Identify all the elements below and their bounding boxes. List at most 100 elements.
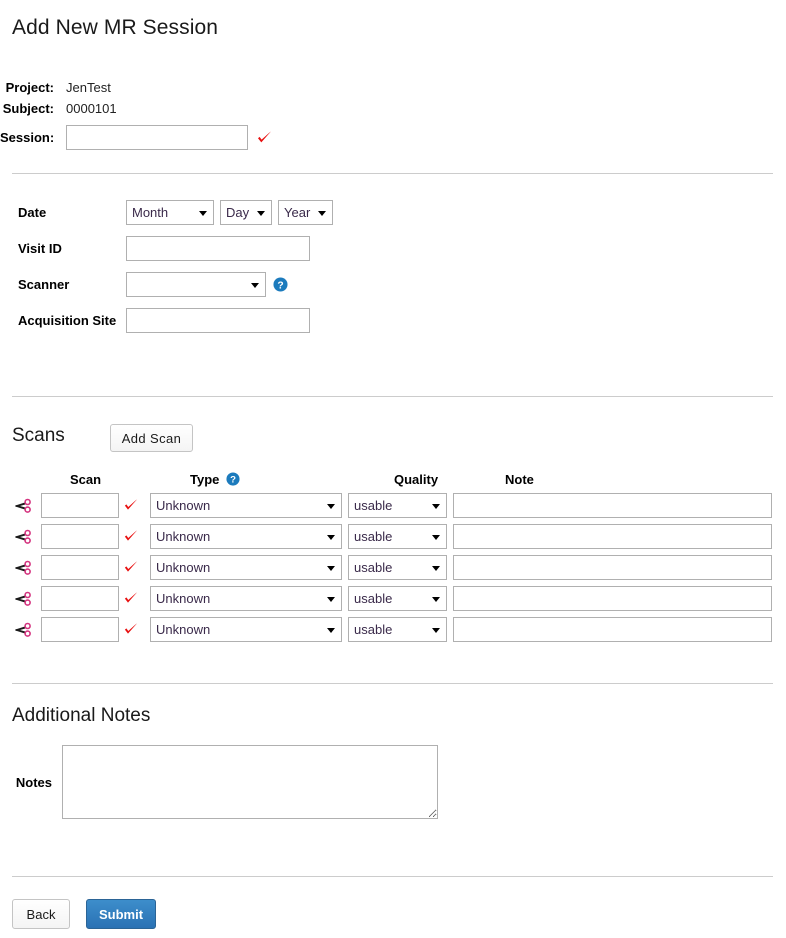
- required-check-icon: [123, 528, 140, 545]
- scan-quality-select[interactable]: usable: [348, 493, 447, 518]
- back-button[interactable]: Back: [12, 899, 70, 929]
- chevron-down-icon: [199, 211, 207, 216]
- scan-quality-value: usable: [354, 560, 392, 575]
- date-day-select[interactable]: Day: [220, 200, 272, 225]
- column-header-note: Note: [499, 472, 786, 487]
- scan-quality-select[interactable]: usable: [348, 617, 447, 642]
- scan-type-select[interactable]: Unknown: [150, 524, 342, 549]
- scan-note-input[interactable]: [453, 555, 772, 580]
- notes-label: Notes: [0, 775, 62, 790]
- chevron-down-icon: [327, 597, 335, 602]
- visit-id-input[interactable]: [126, 236, 310, 261]
- required-check-icon: [123, 590, 140, 607]
- svg-text:?: ?: [230, 474, 236, 485]
- add-scan-button[interactable]: Add Scan: [110, 424, 193, 452]
- chevron-down-icon: [432, 597, 440, 602]
- table-row: Unknown usable: [12, 521, 786, 552]
- column-header-type-label: Type: [190, 472, 219, 487]
- scan-number-input[interactable]: [41, 524, 119, 549]
- scissors-icon[interactable]: [14, 529, 32, 545]
- subject-value: 0000101: [66, 101, 117, 116]
- date-row: Date Month Day Year: [0, 200, 333, 225]
- chevron-down-icon: [327, 504, 335, 509]
- acquisition-site-input[interactable]: [126, 308, 310, 333]
- project-value: JenTest: [66, 80, 111, 95]
- chevron-down-icon: [327, 628, 335, 633]
- chevron-down-icon: [432, 535, 440, 540]
- scanner-row: Scanner ?: [0, 272, 333, 297]
- column-header-type: Type ?: [184, 472, 388, 487]
- scan-quality-select[interactable]: usable: [348, 555, 447, 580]
- scan-type-select[interactable]: Unknown: [150, 617, 342, 642]
- acquisition-site-label: Acquisition Site: [0, 313, 126, 328]
- scissors-icon[interactable]: [14, 591, 32, 607]
- date-label: Date: [0, 205, 126, 220]
- required-check-icon: [256, 129, 273, 146]
- help-icon[interactable]: ?: [226, 472, 241, 487]
- date-day-value: Day: [226, 205, 249, 220]
- delete-scan-cell: [12, 529, 41, 545]
- help-icon[interactable]: ?: [273, 277, 288, 292]
- scan-type-select[interactable]: Unknown: [150, 493, 342, 518]
- session-label: Session:: [0, 130, 66, 145]
- scans-table-header: Scan Type ? Quality Note: [12, 468, 786, 490]
- section-divider: [12, 173, 773, 174]
- scan-note-input[interactable]: [453, 586, 772, 611]
- required-cell: [119, 621, 144, 638]
- table-row: Unknown usable: [12, 583, 786, 614]
- section-divider: [12, 396, 773, 397]
- scan-number-input[interactable]: [41, 617, 119, 642]
- scan-type-select[interactable]: Unknown: [150, 555, 342, 580]
- scan-number-input[interactable]: [41, 586, 119, 611]
- scan-quality-select[interactable]: usable: [348, 524, 447, 549]
- scans-heading: Scans: [12, 425, 65, 447]
- scan-type-value: Unknown: [156, 622, 210, 637]
- additional-notes-heading: Additional Notes: [12, 705, 150, 727]
- date-month-select[interactable]: Month: [126, 200, 214, 225]
- date-year-select[interactable]: Year: [278, 200, 333, 225]
- scan-type-value: Unknown: [156, 529, 210, 544]
- submit-button[interactable]: Submit: [86, 899, 156, 929]
- scan-note-input[interactable]: [453, 493, 772, 518]
- table-row: Unknown usable: [12, 552, 786, 583]
- scan-note-input[interactable]: [453, 524, 772, 549]
- project-row: Project: JenTest: [0, 78, 273, 96]
- section-divider: [12, 683, 773, 684]
- subject-row: Subject: 0000101: [0, 99, 273, 117]
- notes-block: Notes: [0, 745, 438, 819]
- chevron-down-icon: [257, 211, 265, 216]
- scan-number-input[interactable]: [41, 555, 119, 580]
- chevron-down-icon: [432, 504, 440, 509]
- required-check-icon: [123, 559, 140, 576]
- scan-type-select[interactable]: Unknown: [150, 586, 342, 611]
- scanner-label: Scanner: [0, 277, 126, 292]
- page-title: Add New MR Session: [12, 16, 218, 40]
- scissors-icon[interactable]: [14, 498, 32, 514]
- scan-type-value: Unknown: [156, 560, 210, 575]
- scans-row-list: UnknownusableUnknownusableUnknownusableU…: [12, 490, 786, 645]
- chevron-down-icon: [318, 211, 326, 216]
- table-row: Unknown usable: [12, 614, 786, 645]
- chevron-down-icon: [327, 566, 335, 571]
- scan-quality-value: usable: [354, 591, 392, 606]
- date-year-value: Year: [284, 205, 310, 220]
- scissors-icon[interactable]: [14, 560, 32, 576]
- scan-type-value: Unknown: [156, 591, 210, 606]
- required-check-icon: [123, 621, 140, 638]
- visit-id-label: Visit ID: [0, 241, 126, 256]
- visit-id-row: Visit ID: [0, 236, 333, 261]
- scanner-select[interactable]: [126, 272, 266, 297]
- scissors-icon[interactable]: [14, 622, 32, 638]
- scan-number-input[interactable]: [41, 493, 119, 518]
- session-row: Session:: [0, 123, 273, 151]
- scan-quality-value: usable: [354, 498, 392, 513]
- column-header-scan: Scan: [41, 472, 159, 487]
- acquisition-site-row: Acquisition Site: [0, 308, 333, 333]
- chevron-down-icon: [327, 535, 335, 540]
- scan-note-input[interactable]: [453, 617, 772, 642]
- notes-textarea[interactable]: [62, 745, 438, 819]
- scan-quality-select[interactable]: usable: [348, 586, 447, 611]
- session-identity-block: Project: JenTest Subject: 0000101 Sessio…: [0, 78, 273, 151]
- session-details-form: Date Month Day Year Visit ID Scanner ?: [0, 200, 333, 344]
- session-input[interactable]: [66, 125, 248, 150]
